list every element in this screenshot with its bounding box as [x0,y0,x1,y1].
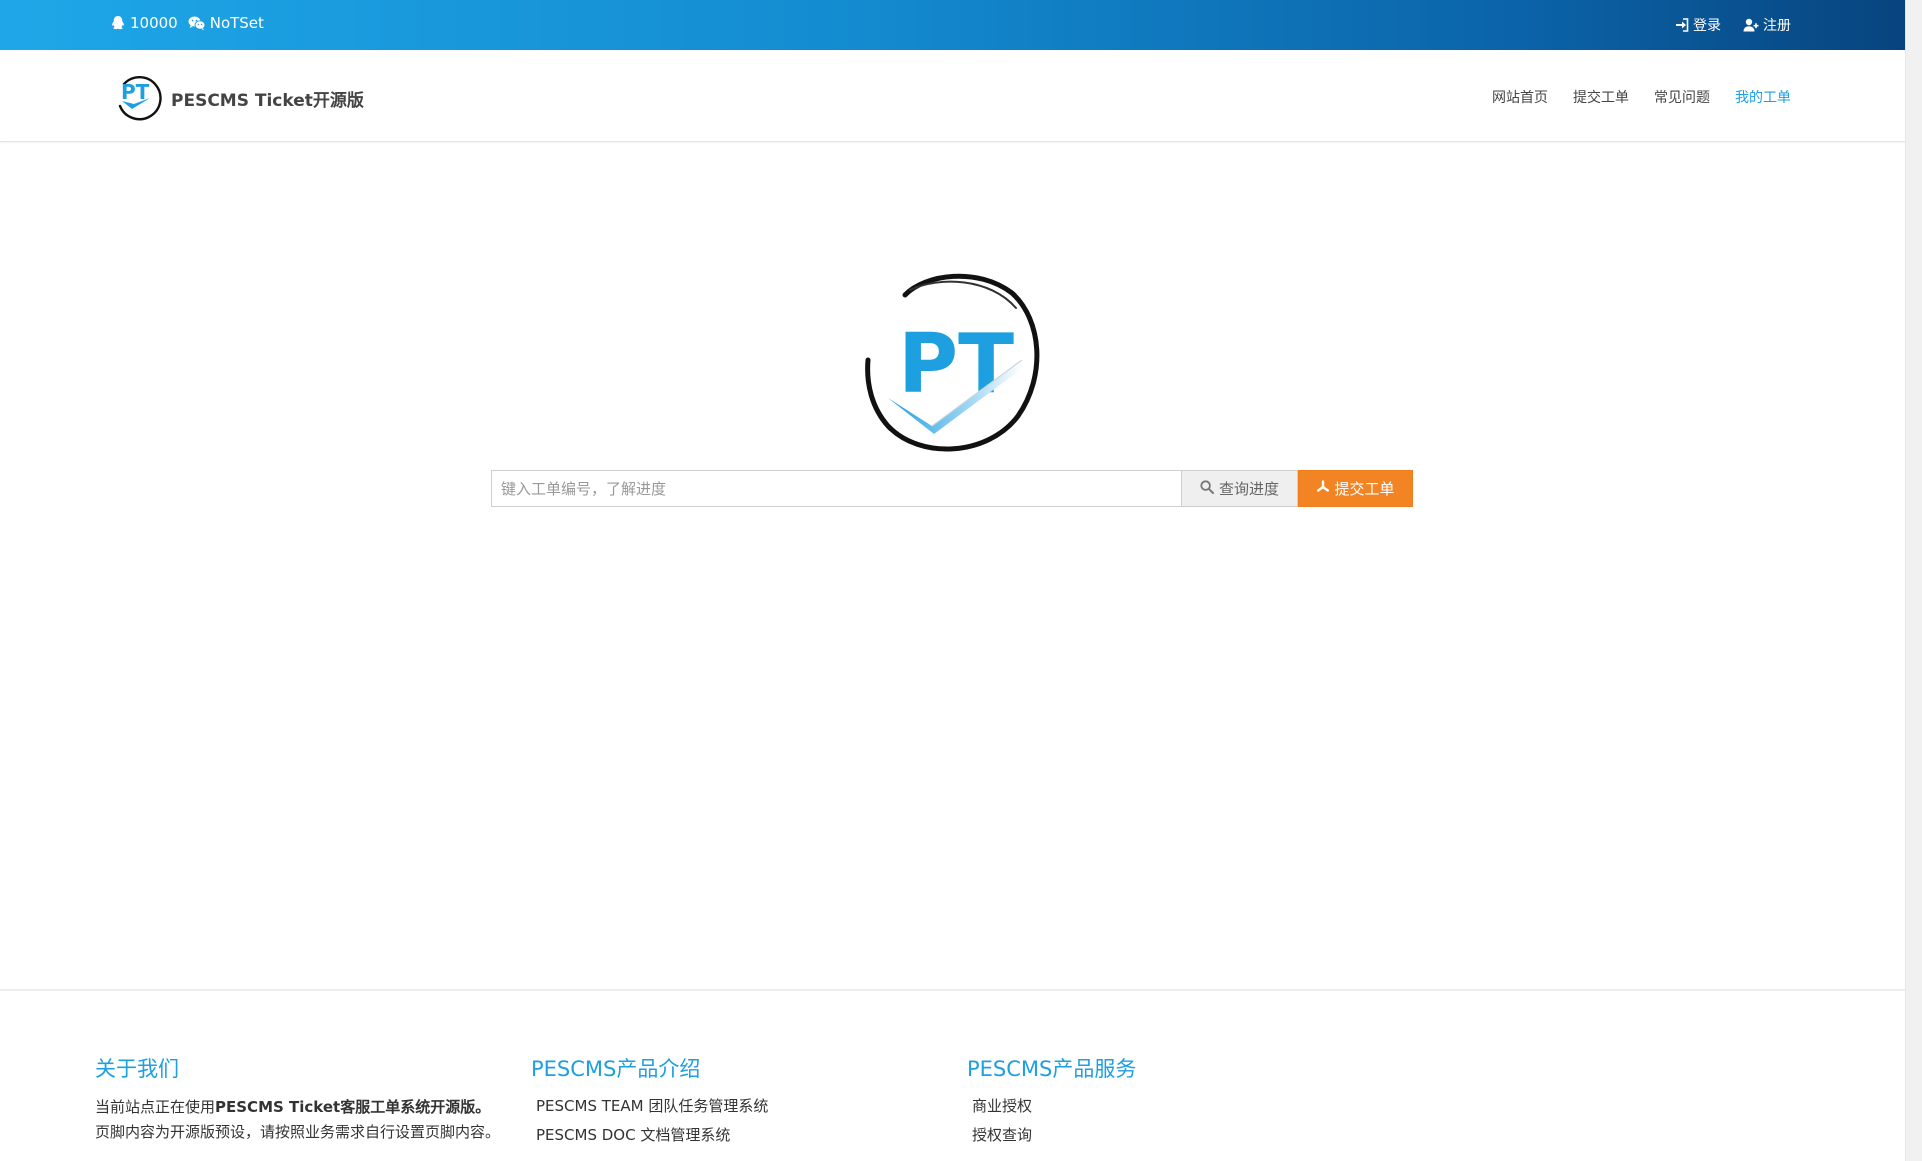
service-link-license-check[interactable]: 授权查询 [972,1118,1136,1153]
top-bar: 10000 NoTSet 登录 注册 [0,0,1905,50]
submit-ticket-label: 提交工单 [1334,480,1395,498]
brand[interactable]: PT PESCMS Ticket开源版 [112,68,364,128]
contact-info: 10000 NoTSet [110,14,264,32]
svg-text:PT: PT [898,317,1014,412]
wechat-contact[interactable]: NoTSet [188,14,264,32]
submit-ticket-button[interactable]: 提交工单 [1298,470,1413,507]
query-progress-label: 查询进度 [1218,480,1279,498]
footer-about: 关于我们 当前站点正在使用PESCMS Ticket客服工单系统开源版。 页脚内容… [95,1053,501,1145]
search-icon [1200,479,1214,498]
user-plus-icon [1743,18,1759,32]
about-title: 关于我们 [95,1057,179,1081]
products-list: PESCMS TEAM 团队任务管理系统 PESCMS DOC 文档管理系统 [531,1089,768,1153]
about-text: 当前站点正在使用PESCMS Ticket客服工单系统开源版。 页脚内容为开源版预… [95,1098,501,1141]
services-list: 商业授权 授权查询 [967,1089,1136,1153]
products-title: PESCMS产品介绍 [531,1057,701,1081]
site-header: PT PESCMS Ticket开源版 网站首页 提交工单 常见问题 我的工单 [0,50,1905,142]
footer-products: PESCMS产品介绍 PESCMS TEAM 团队任务管理系统 PESCMS D… [531,1053,768,1153]
nav-my-tickets[interactable]: 我的工单 [1735,87,1791,107]
register-link[interactable]: 注册 [1743,15,1791,35]
ticket-search-bar: 查询进度 提交工单 [491,470,1413,507]
qq-contact[interactable]: 10000 [110,14,178,32]
login-link[interactable]: 登录 [1675,15,1721,35]
wechat-icon [188,15,206,31]
register-label: 注册 [1763,18,1791,34]
footer-divider [0,989,1905,991]
query-progress-button[interactable]: 查询进度 [1181,470,1298,507]
sign-in-icon [1675,18,1689,32]
nav-home[interactable]: 网站首页 [1492,87,1548,107]
ticket-number-input[interactable] [491,470,1181,507]
qq-penguin-icon [110,15,126,31]
qq-number: 10000 [130,14,178,32]
nav-faq[interactable]: 常见问题 [1654,87,1710,107]
account-links: 登录 注册 [1675,15,1791,35]
brand-name: PESCMS Ticket开源版 [171,90,364,111]
footer-services: PESCMS产品服务 商业授权 授权查询 [967,1053,1136,1153]
wechat-id: NoTSet [209,14,264,32]
login-label: 登录 [1693,18,1721,34]
nav-submit-ticket[interactable]: 提交工单 [1573,87,1629,107]
brand-logo-icon: PT [112,68,167,128]
page-scrollbar[interactable] [1905,0,1922,1161]
asterisk-icon [1316,479,1330,498]
hero-logo: PT [860,268,1044,456]
services-title: PESCMS产品服务 [967,1057,1137,1081]
main-nav: 网站首页 提交工单 常见问题 我的工单 [1492,87,1791,107]
